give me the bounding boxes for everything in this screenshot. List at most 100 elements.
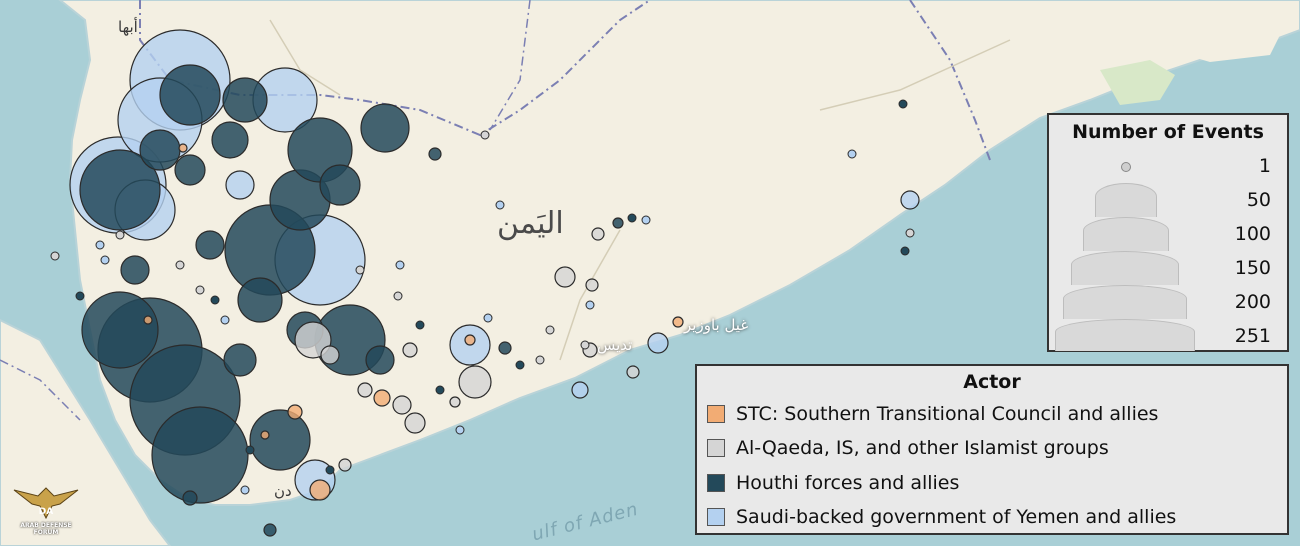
event-bubble-houthi bbox=[612, 217, 624, 229]
event-bubble-houthi bbox=[211, 121, 249, 159]
event-bubble-small bbox=[210, 295, 220, 305]
event-bubble-islamist bbox=[320, 345, 340, 365]
event-bubble-small bbox=[395, 260, 405, 270]
size-legend-value: 251 bbox=[1234, 325, 1271, 347]
event-bubble-small bbox=[847, 149, 857, 159]
event-bubble-small bbox=[325, 465, 335, 475]
event-bubble-saudi bbox=[225, 170, 255, 200]
actor-legend-title: Actor bbox=[963, 371, 1021, 393]
event-bubble-small bbox=[240, 485, 250, 495]
size-legend-value: 50 bbox=[1246, 189, 1271, 211]
event-bubble-small bbox=[545, 325, 555, 335]
event-bubble-small bbox=[435, 385, 445, 395]
event-bubble-houthi bbox=[498, 341, 512, 355]
size-legend-value: 200 bbox=[1234, 291, 1271, 313]
actor-legend-item-houthi: Houthi forces and allies bbox=[707, 468, 959, 498]
event-bubble-small bbox=[480, 130, 490, 140]
event-bubble-islamist bbox=[357, 382, 373, 398]
houthi-swatch bbox=[707, 474, 725, 492]
event-bubble-houthi bbox=[120, 255, 150, 285]
event-bubble-small bbox=[355, 265, 365, 275]
event-bubble-small bbox=[393, 291, 403, 301]
place-abha: أبها bbox=[118, 18, 138, 36]
size-legend-row: 251 bbox=[1049, 319, 1287, 353]
actor-legend-item-islamist: Al-Qaeda, IS, and other Islamist groups bbox=[707, 433, 1109, 463]
event-bubble-stc bbox=[287, 404, 303, 420]
event-bubble-small bbox=[100, 255, 110, 265]
place-aden: دن bbox=[274, 482, 292, 500]
size-legend-shape bbox=[1055, 319, 1195, 351]
size-legend: Number of Events 1 50 100 150 200 251 bbox=[1047, 113, 1289, 352]
size-legend-row: 200 bbox=[1049, 285, 1287, 319]
event-bubble-houthi bbox=[182, 490, 198, 506]
event-bubble-islamist bbox=[458, 365, 492, 399]
size-legend-shape bbox=[1071, 251, 1179, 285]
saudi-swatch bbox=[707, 508, 725, 526]
event-bubble-islamist bbox=[554, 266, 576, 288]
event-bubble-stc bbox=[464, 334, 476, 346]
watermark-initials: DA bbox=[39, 507, 53, 517]
size-legend-row: 100 bbox=[1049, 217, 1287, 251]
event-bubble-stc bbox=[260, 430, 270, 440]
event-bubble-stc bbox=[672, 316, 684, 328]
event-bubble-islamist bbox=[585, 278, 599, 292]
event-bubble-small bbox=[483, 313, 493, 323]
event-bubble-small bbox=[95, 240, 105, 250]
event-bubble-islamist bbox=[338, 458, 352, 472]
size-legend-dot bbox=[1121, 162, 1131, 172]
place-yemen: اليَمن bbox=[497, 206, 564, 241]
event-bubble-islamist bbox=[392, 395, 412, 415]
event-bubble-stc bbox=[373, 389, 391, 407]
size-legend-shape bbox=[1063, 285, 1187, 319]
event-bubble-saudi bbox=[647, 332, 669, 354]
event-bubble-islamist bbox=[404, 412, 426, 434]
event-bubble-houthi bbox=[195, 230, 225, 260]
event-bubble-small bbox=[627, 213, 637, 223]
event-bubble-houthi bbox=[174, 154, 206, 186]
event-bubble-small bbox=[415, 320, 425, 330]
event-bubble-small bbox=[245, 445, 255, 455]
event-bubble-stc bbox=[309, 479, 331, 501]
event-bubble-small bbox=[515, 360, 525, 370]
event-bubble-islamist bbox=[402, 342, 418, 358]
event-bubble-houthi bbox=[81, 291, 159, 369]
size-legend-row: 1 bbox=[1049, 149, 1287, 183]
event-bubble-small bbox=[75, 291, 85, 301]
event-bubble-houthi bbox=[223, 343, 257, 377]
actor-legend-label: Saudi-backed government of Yemen and all… bbox=[736, 506, 1177, 528]
event-bubble-stc bbox=[143, 315, 153, 325]
stc-swatch bbox=[707, 405, 725, 423]
event-bubble-small bbox=[195, 285, 205, 295]
actor-legend-label: Houthi forces and allies bbox=[736, 472, 960, 494]
event-bubble-small bbox=[898, 99, 908, 109]
event-bubble-houthi bbox=[249, 409, 311, 471]
event-bubble-small bbox=[175, 260, 185, 270]
actor-legend-item-saudi: Saudi-backed government of Yemen and all… bbox=[707, 502, 1176, 532]
event-bubble-small bbox=[220, 315, 230, 325]
size-legend-value: 100 bbox=[1234, 223, 1271, 245]
event-bubble-houthi bbox=[237, 277, 283, 323]
event-bubble-small bbox=[585, 300, 595, 310]
event-bubble-small bbox=[905, 228, 915, 238]
event-bubble-saudi bbox=[571, 381, 589, 399]
event-bubble-small bbox=[50, 251, 60, 261]
eagle-logo-icon: DA bbox=[13, 487, 79, 520]
event-bubble-small bbox=[580, 340, 590, 350]
event-bubble-islamist bbox=[591, 227, 605, 241]
event-bubble-houthi bbox=[222, 77, 268, 123]
event-bubble-small bbox=[900, 246, 910, 256]
event-bubble-houthi bbox=[159, 64, 221, 126]
event-bubble-houthi bbox=[319, 164, 361, 206]
place-ataq: تديس bbox=[597, 336, 633, 354]
forum-watermark: DA ARAB DEFENSE FORUM bbox=[8, 484, 84, 542]
event-bubble-houthi bbox=[263, 523, 277, 537]
event-bubble-houthi bbox=[360, 103, 410, 153]
size-legend-shape bbox=[1095, 183, 1157, 217]
event-bubble-houthi bbox=[428, 147, 442, 161]
actor-legend-label: STC: Southern Transitional Council and a… bbox=[736, 403, 1159, 425]
event-bubble-islamist bbox=[626, 365, 640, 379]
event-bubble-saudi bbox=[900, 190, 920, 210]
event-bubble-small bbox=[641, 215, 651, 225]
size-legend-row: 150 bbox=[1049, 251, 1287, 285]
size-legend-shape bbox=[1083, 217, 1169, 251]
